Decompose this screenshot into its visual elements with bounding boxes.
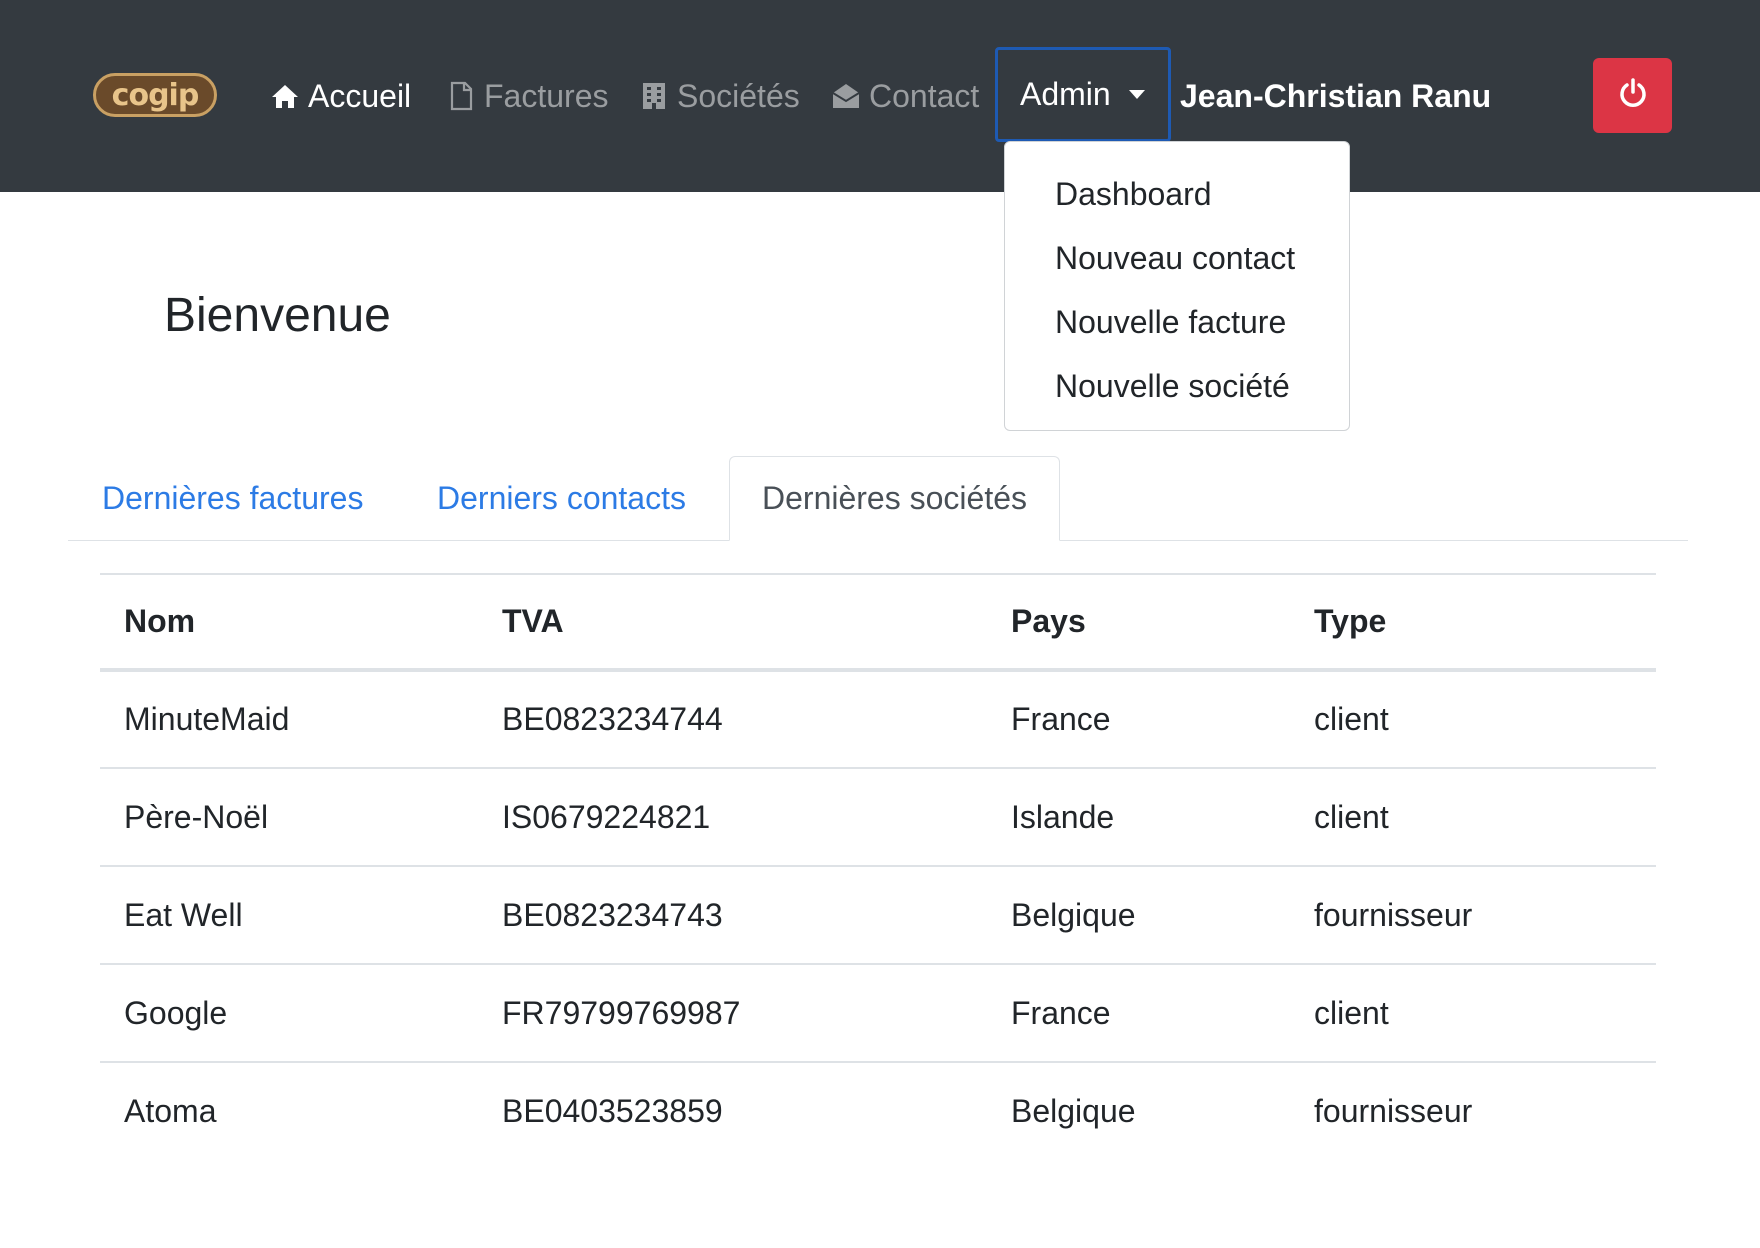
- menu-item-nouveau-contact[interactable]: Nouveau contact: [1005, 226, 1349, 290]
- cell-pays: France: [987, 670, 1290, 769]
- home-icon: [270, 81, 300, 111]
- menu-item-nouvelle-facture[interactable]: Nouvelle facture: [1005, 290, 1349, 354]
- cell-nom: Atoma: [124, 1093, 217, 1129]
- nav-item-contact[interactable]: Contact: [831, 72, 979, 120]
- admin-label: Admin: [1020, 76, 1111, 112]
- nav-item-societes[interactable]: Sociétés: [639, 72, 800, 120]
- menu-item-dashboard[interactable]: Dashboard: [1005, 162, 1349, 226]
- table-row: Père-Noël IS0679224821 Islande client: [100, 768, 1656, 867]
- file-icon: [446, 81, 476, 111]
- column-header-tva: TVA: [478, 573, 987, 672]
- top-navbar: cogip Accueil Factures Sociétés Contact …: [0, 0, 1760, 192]
- cell-nom: Google: [100, 964, 478, 1063]
- cell-pays: Islande: [987, 768, 1290, 867]
- cell-type: client: [1290, 768, 1656, 867]
- cell-nom: MinuteMaid: [100, 670, 478, 769]
- cell-type: client: [1290, 964, 1656, 1063]
- tab-dernieres-factures[interactable]: Dernières factures: [102, 456, 363, 540]
- cell-tva: BE0403523859: [502, 1093, 723, 1129]
- table-row: Atoma BE0403523859 Belgique fournisseur: [100, 1062, 1656, 1160]
- cell-tva: FR79799769987: [478, 964, 987, 1063]
- logo-text: cogip: [111, 77, 200, 113]
- table-row: Eat Well BE0823234743 Belgique fournisse…: [100, 866, 1656, 965]
- cell-pays: Belgique: [987, 866, 1290, 965]
- companies-table: Nom TVA Pays Type MinuteMaid BE082323474…: [100, 573, 1656, 1160]
- caret-down-icon: [1128, 90, 1145, 99]
- page-title: Bienvenue: [164, 289, 391, 342]
- user-name: Jean-Christian Ranu: [1180, 77, 1492, 114]
- table-row: MinuteMaid BE0823234744 France client: [100, 670, 1656, 769]
- cell-tva: IS0679224821: [478, 768, 987, 867]
- cell-pays: France: [987, 964, 1290, 1063]
- cell-nom: Père-Noël: [100, 768, 478, 867]
- building-icon: [639, 81, 669, 111]
- table-row: Google FR79799769987 France client: [100, 964, 1656, 1063]
- nav-item-label: Sociétés: [677, 77, 800, 114]
- tab-derniers-contacts[interactable]: Derniers contacts: [437, 456, 686, 540]
- cell-nom: Eat Well: [100, 866, 478, 965]
- cell-type: client: [1290, 670, 1656, 769]
- logout-button[interactable]: [1593, 58, 1672, 133]
- nav-item-factures[interactable]: Factures: [446, 72, 608, 120]
- cell-type: fournisseur: [1314, 1093, 1473, 1129]
- column-header-type: Type: [1290, 573, 1656, 672]
- column-header-pays: Pays: [987, 573, 1290, 672]
- tab-dernieres-societes[interactable]: Dernières sociétés: [729, 456, 1060, 541]
- nav-item-accueil[interactable]: Accueil: [270, 72, 411, 120]
- column-header-nom: Nom: [100, 573, 478, 672]
- nav-item-label: Contact: [869, 77, 980, 114]
- envelope-open-icon: [831, 81, 861, 111]
- cell-type: fournisseur: [1290, 866, 1656, 965]
- admin-dropdown-menu: Dashboard Nouveau contact Nouvelle factu…: [1004, 141, 1350, 431]
- nav-item-label: Factures: [484, 77, 609, 114]
- cogip-logo[interactable]: cogip: [93, 73, 217, 117]
- power-icon: [1617, 77, 1649, 114]
- cell-tva: BE0823234743: [478, 866, 987, 965]
- cell-tva: BE0823234744: [478, 670, 987, 769]
- table-header-row: Nom TVA Pays Type: [100, 573, 1656, 672]
- nav-item-label: Accueil: [308, 77, 412, 114]
- cell-pays: Belgique: [1011, 1093, 1136, 1129]
- tab-bar: Dernières factures Derniers contacts Der…: [68, 456, 1688, 541]
- admin-dropdown-toggle[interactable]: Admin: [995, 47, 1171, 142]
- menu-item-nouvelle-societe[interactable]: Nouvelle société: [1005, 354, 1349, 418]
